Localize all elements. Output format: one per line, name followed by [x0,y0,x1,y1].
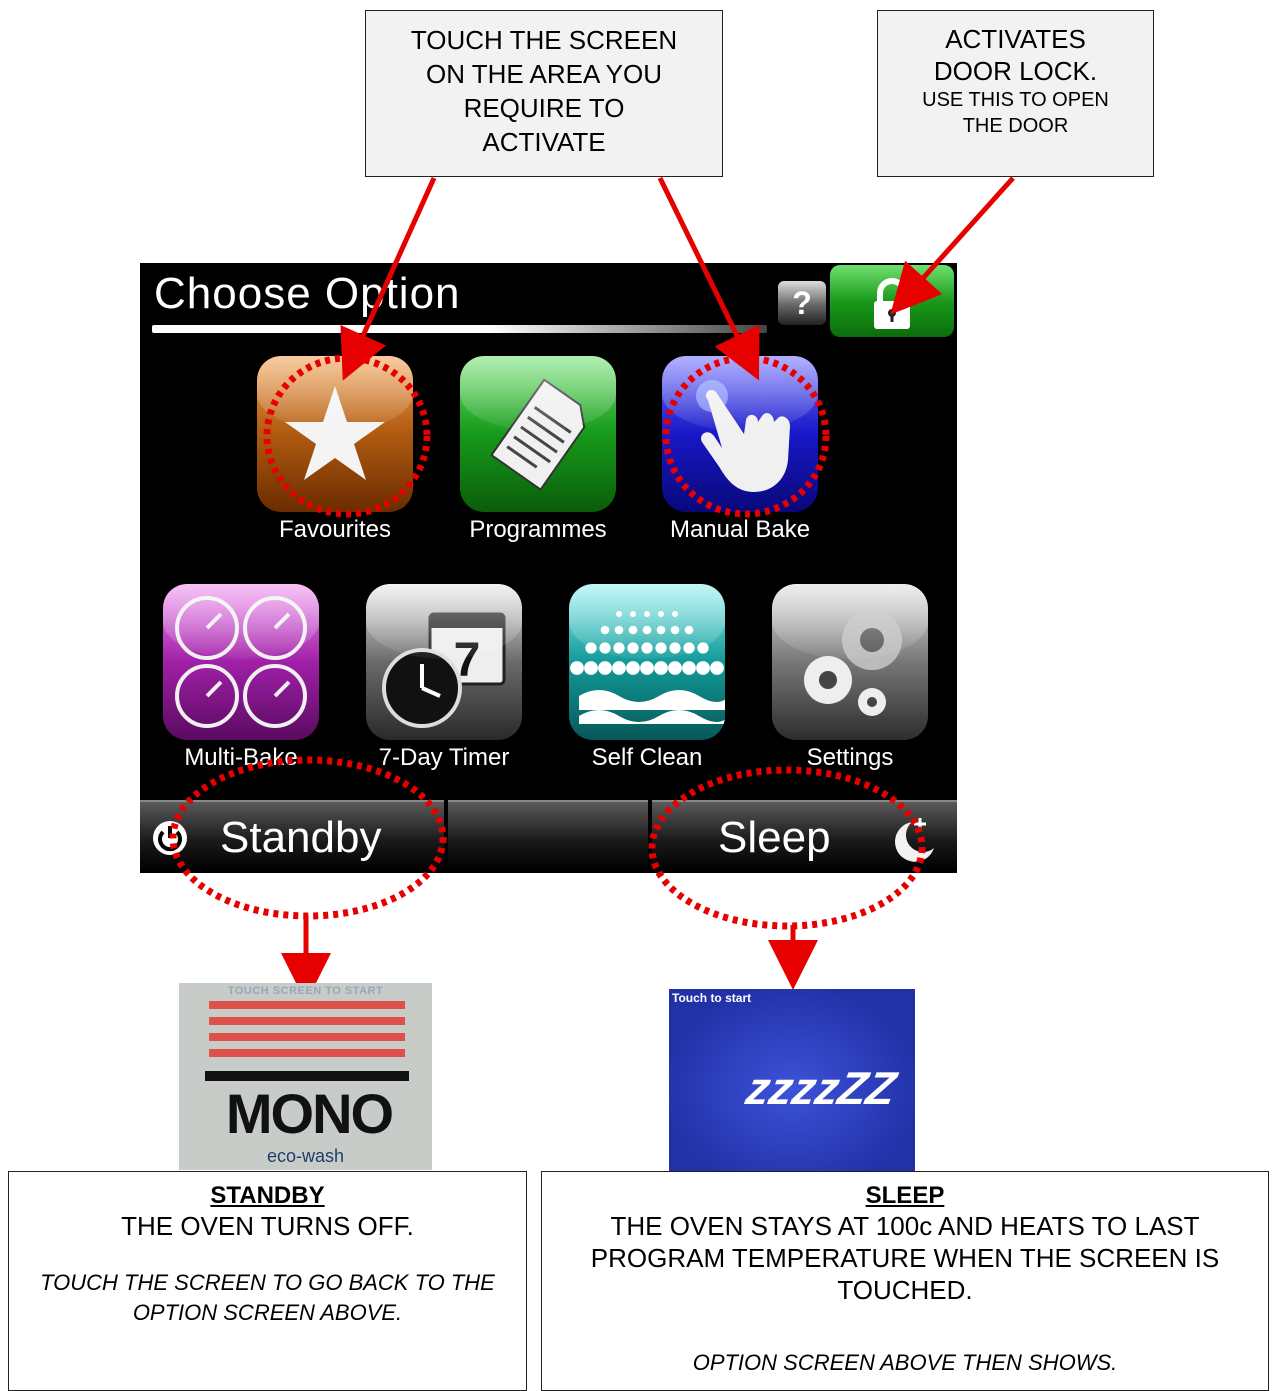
stripe [209,1049,405,1057]
highlight-favourites [263,354,431,518]
stripe [209,1033,405,1041]
mono-logo: MONO [225,1082,394,1145]
arrow-to-favourites [340,176,437,381]
arrow-to-door-lock [890,176,1015,315]
highlight-manual-bake [662,354,830,518]
stripe [209,1017,405,1025]
sleep-heading: SLEEP [865,1182,945,1209]
standby-info-box: STANDBY THE OVEN TURNS OFF. TOUCH THE SC… [8,1171,527,1391]
standby-touch-text: TOUCH SCREEN TO START [227,985,384,997]
zzz-graphic: zzzzZZ [742,1062,900,1114]
sleep-body: THE OVEN STAYS AT 100c AND HEATS TO LAST… [590,1211,1220,1305]
standby-note: TOUCH THE SCREEN TO GO BACK TO THE OPTIO… [40,1270,495,1325]
eco-wash-text: eco-wash [266,1146,345,1166]
sleep-touch-text: Touch to start [672,991,752,1005]
standby-heading: STANDBY [210,1182,325,1209]
stripe [209,1001,405,1009]
logo-bar [205,1071,409,1081]
arrow-to-manual-bake [657,176,760,381]
sleep-info-box: SLEEP THE OVEN STAYS AT 100c AND HEATS T… [541,1171,1269,1391]
sleep-note: OPTION SCREEN ABOVE THEN SHOWS. [692,1350,1118,1375]
highlight-sleep [648,766,926,930]
highlight-standby [169,756,447,920]
standby-body: THE OVEN TURNS OFF. [121,1211,414,1241]
sleep-screen-preview: Touch to start zzzzZZ [669,989,915,1171]
standby-screen-preview: TOUCH SCREEN TO START MONO eco-wash [179,983,432,1170]
